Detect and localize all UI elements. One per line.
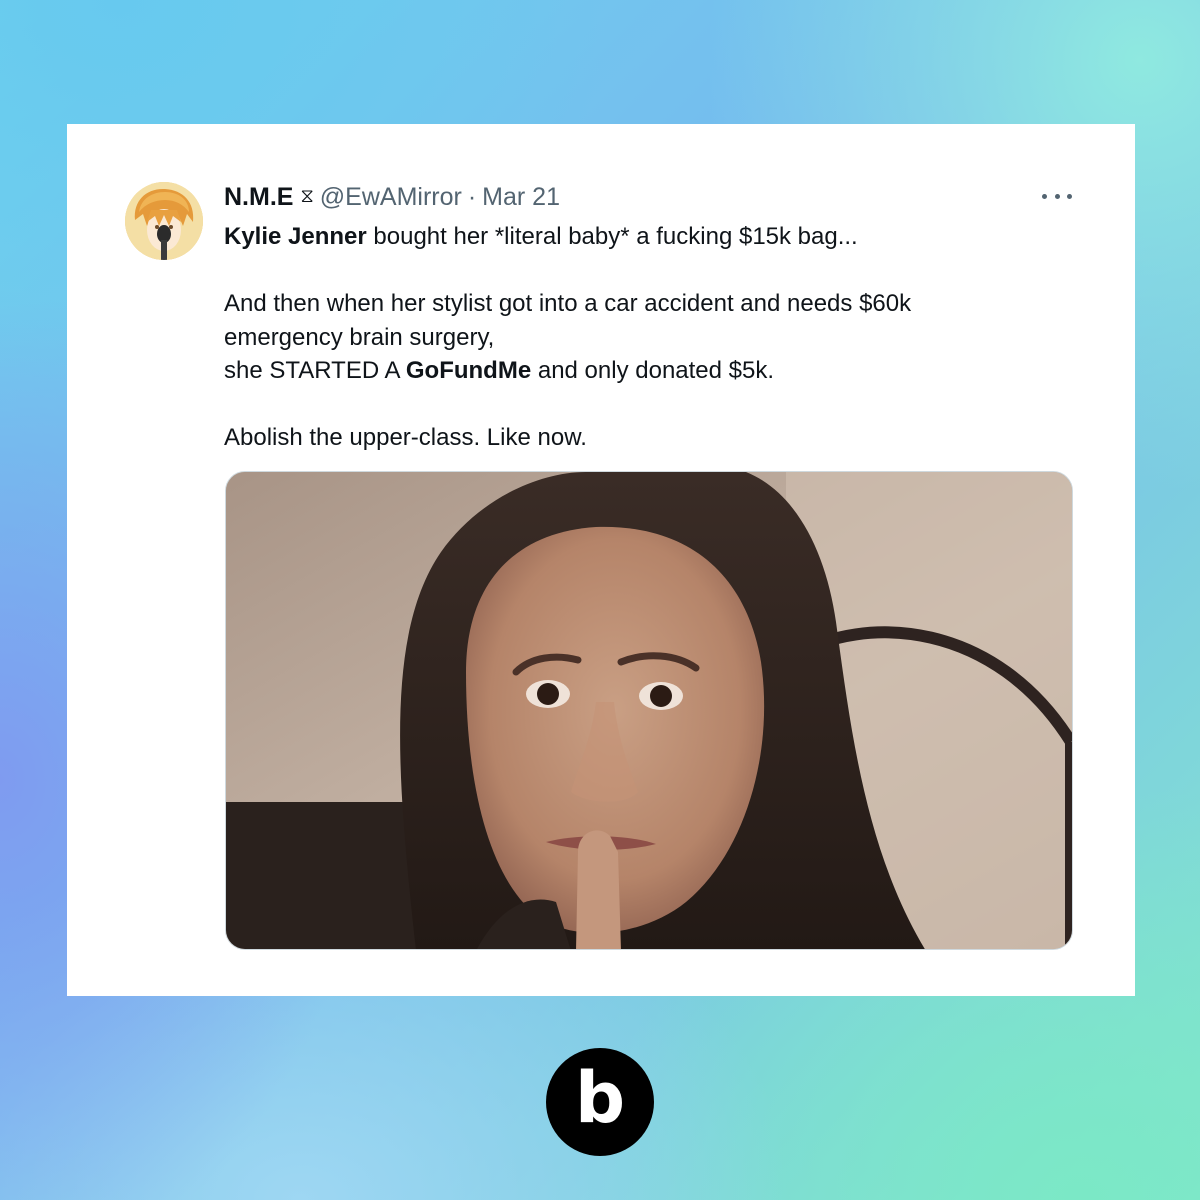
brand-logo-letter: b [574, 1057, 626, 1139]
display-name[interactable]: N.M.E [224, 183, 293, 212]
tweet-line-3: emergency brain surgery, [224, 323, 495, 351]
tweet-text: Kylie Jenner bought her *literal baby* a… [224, 220, 1074, 455]
more-options-icon[interactable] [1042, 190, 1072, 202]
tweet-line-5: Abolish the upper-class. Like now. [224, 424, 587, 451]
tweet-header: N.M.E ⧖ @EwAMirror · Mar 21 [224, 182, 560, 212]
tweet-line-2: And then when her stylist got into a car… [224, 290, 912, 317]
anime-avatar-icon[interactable] [125, 182, 203, 260]
avatar-illustration [125, 182, 203, 260]
tweet-line-4: she STARTED A GoFundMe and only donated … [224, 354, 1074, 388]
gofundme-mention[interactable]: GoFundMe [406, 357, 531, 384]
hourglass-icon: ⧖ [300, 186, 314, 207]
tweet-card: N.M.E ⧖ @EwAMirror · Mar 21 Kylie Jenner… [67, 124, 1135, 996]
tweet-line-1: Kylie Jenner bought her *literal baby* a… [224, 220, 1074, 254]
tweet-line-1-rest: bought her *literal baby* a fucking $15k… [366, 223, 858, 250]
tweet-line-4-start: she STARTED A [224, 357, 406, 384]
photo-woman-finger-on-lips [226, 472, 1072, 949]
more-dot [1054, 193, 1060, 199]
user-handle[interactable]: @EwAMirror [320, 183, 462, 212]
more-dot [1042, 193, 1047, 199]
tweet-date[interactable]: Mar 21 [482, 183, 560, 212]
header-separator: · [467, 182, 477, 211]
mention-kylie-jenner[interactable]: Kylie Jenner [224, 223, 367, 250]
more-dot [1067, 193, 1072, 199]
b-logo-icon: b [546, 1048, 654, 1156]
tweet-media-photo[interactable] [225, 471, 1073, 950]
tweet-line-4-end: and only donated $5k. [531, 357, 775, 384]
